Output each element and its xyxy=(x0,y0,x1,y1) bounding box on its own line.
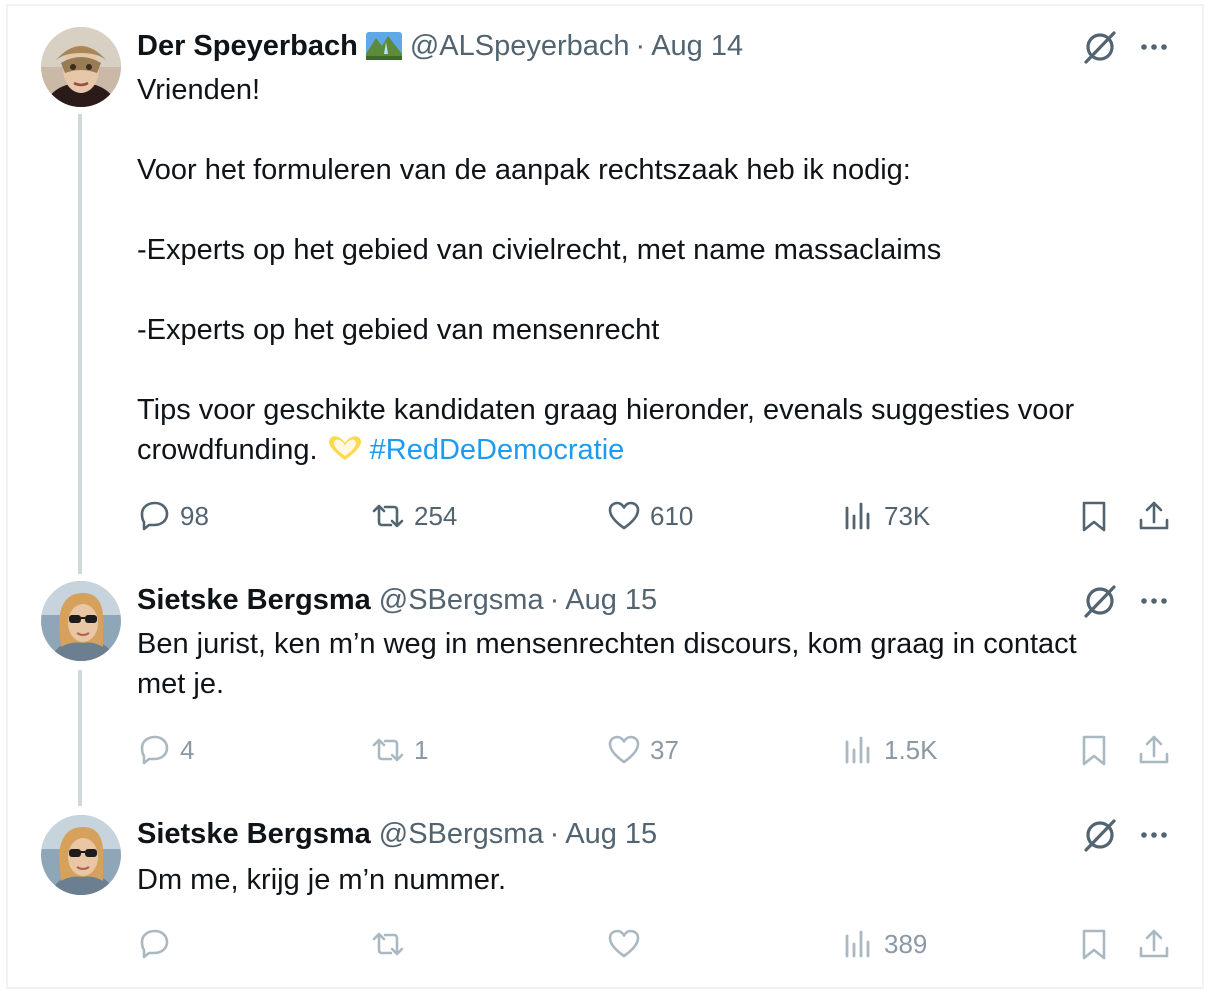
text-line: met je. xyxy=(137,668,225,700)
avatar[interactable] xyxy=(41,815,121,895)
share-icon xyxy=(1139,929,1169,958)
tweet-header: Der Speyerbach @ALSpeyerbach · Aug 14 xyxy=(137,26,743,66)
views-button[interactable]: 389 xyxy=(840,924,927,964)
analytics-icon xyxy=(845,930,870,958)
heart-icon xyxy=(608,929,640,958)
reply-icon xyxy=(140,735,169,765)
text-line: -Experts op het gebied van civielrecht, … xyxy=(137,234,942,266)
share-icon xyxy=(1139,501,1169,530)
heart-icon xyxy=(608,735,640,764)
share-button[interactable] xyxy=(1136,924,1180,964)
more-options-icon[interactable] xyxy=(1134,27,1174,67)
heart-icon xyxy=(608,501,640,530)
grok-icon[interactable] xyxy=(1080,581,1120,621)
text-line: Dm me, krijg je m’n nummer. xyxy=(137,864,507,896)
action-bar: 389 xyxy=(0,924,1210,964)
like-count: 37 xyxy=(650,734,679,765)
view-count: 1.5K xyxy=(884,734,938,765)
tweet-date[interactable]: Aug 15 xyxy=(565,818,657,851)
reply-button[interactable]: 98 xyxy=(136,496,209,536)
separator: · xyxy=(549,817,560,850)
text-line: Vrienden! xyxy=(137,74,261,106)
tweet-date[interactable]: Aug 14 xyxy=(651,30,743,63)
text-line xyxy=(137,270,1147,310)
text-line: -Experts op het gebied van mensenrecht xyxy=(137,314,660,346)
hashtag-link[interactable]: #RedDeDemocratie xyxy=(370,434,625,466)
share-button[interactable] xyxy=(1136,730,1180,770)
text-line xyxy=(137,350,1147,390)
text-line xyxy=(137,190,1147,230)
text-line xyxy=(137,110,1147,150)
author-handle[interactable]: @SBergsma xyxy=(379,818,544,851)
author-handle[interactable]: @SBergsma xyxy=(379,584,544,617)
separator: · xyxy=(549,583,560,616)
action-bar: 4 1 37 1.5K xyxy=(0,730,1210,770)
share-icon xyxy=(1139,735,1169,764)
reply-button[interactable] xyxy=(136,924,180,964)
tweet-date[interactable]: Aug 15 xyxy=(565,584,657,617)
author-name[interactable]: Sietske Bergsma xyxy=(137,584,371,617)
repost-count: 254 xyxy=(414,500,458,531)
text-line: Tips voor geschikte kandidaten graag hie… xyxy=(137,394,1075,426)
view-count: 73K xyxy=(884,500,931,531)
author-handle[interactable]: @ALSpeyerbach xyxy=(410,30,630,63)
text-fragment: crowdfunding. xyxy=(137,434,318,466)
grok-icon[interactable] xyxy=(1080,27,1120,67)
more-options-icon[interactable] xyxy=(1134,815,1174,855)
text-line: crowdfunding. #RedDeDemocratie xyxy=(137,430,1147,470)
reply-count: 4 xyxy=(180,734,195,765)
bookmark-button[interactable] xyxy=(1076,496,1120,536)
heart-hands-emoji-icon xyxy=(326,433,364,461)
repost-icon xyxy=(372,932,404,956)
views-button[interactable]: 1.5K xyxy=(840,730,938,770)
avatar[interactable] xyxy=(41,581,121,661)
repost-icon xyxy=(372,504,404,528)
landscape-emoji-icon xyxy=(365,32,402,60)
reply-button[interactable]: 4 xyxy=(136,730,194,770)
separator: · xyxy=(635,29,646,62)
grok-icon[interactable] xyxy=(1080,815,1120,855)
reply-icon xyxy=(140,929,169,959)
bookmark-button[interactable] xyxy=(1076,924,1120,964)
author-name[interactable]: Der Speyerbach xyxy=(137,30,358,63)
bookmark-icon xyxy=(1082,735,1106,766)
like-button[interactable]: 37 xyxy=(606,730,679,770)
analytics-icon xyxy=(845,502,870,530)
reply-icon xyxy=(140,501,169,531)
analytics-icon xyxy=(845,736,870,764)
avatar[interactable] xyxy=(41,27,121,107)
tweet-header: Sietske Bergsma @SBergsma · Aug 15 xyxy=(137,814,657,854)
tweet-header: Sietske Bergsma @SBergsma · Aug 15 xyxy=(137,580,657,620)
like-button[interactable]: 610 xyxy=(606,496,693,536)
bookmark-icon xyxy=(1082,501,1106,532)
repost-icon xyxy=(372,738,404,762)
repost-button[interactable] xyxy=(370,924,414,964)
reply-count: 98 xyxy=(180,500,209,531)
action-bar: 98 254 610 73K xyxy=(0,496,1210,536)
text-line: Voor het formuleren van de aanpak rechts… xyxy=(137,154,911,186)
bookmark-button[interactable] xyxy=(1076,730,1120,770)
bookmark-icon xyxy=(1082,929,1106,960)
repost-button[interactable]: 1 xyxy=(370,730,428,770)
more-options-icon[interactable] xyxy=(1134,581,1174,621)
views-button[interactable]: 73K xyxy=(840,496,930,536)
divider xyxy=(6,987,1204,989)
author-name[interactable]: Sietske Bergsma xyxy=(137,818,371,851)
tweet-text: Ben jurist, ken m’n weg in mensenrechten… xyxy=(137,624,1147,704)
repost-button[interactable]: 254 xyxy=(370,496,457,536)
repost-count: 1 xyxy=(414,734,429,765)
view-count: 389 xyxy=(884,928,928,959)
share-button[interactable] xyxy=(1136,496,1180,536)
like-count: 610 xyxy=(650,500,694,531)
tweet-text: Dm me, krijg je m’n nummer. xyxy=(137,860,1147,900)
tweet-text: Vrienden! Voor het formuleren van de aan… xyxy=(137,70,1147,470)
like-button[interactable] xyxy=(606,924,650,964)
text-line: Ben jurist, ken m’n weg in mensenrechten… xyxy=(137,628,1077,660)
